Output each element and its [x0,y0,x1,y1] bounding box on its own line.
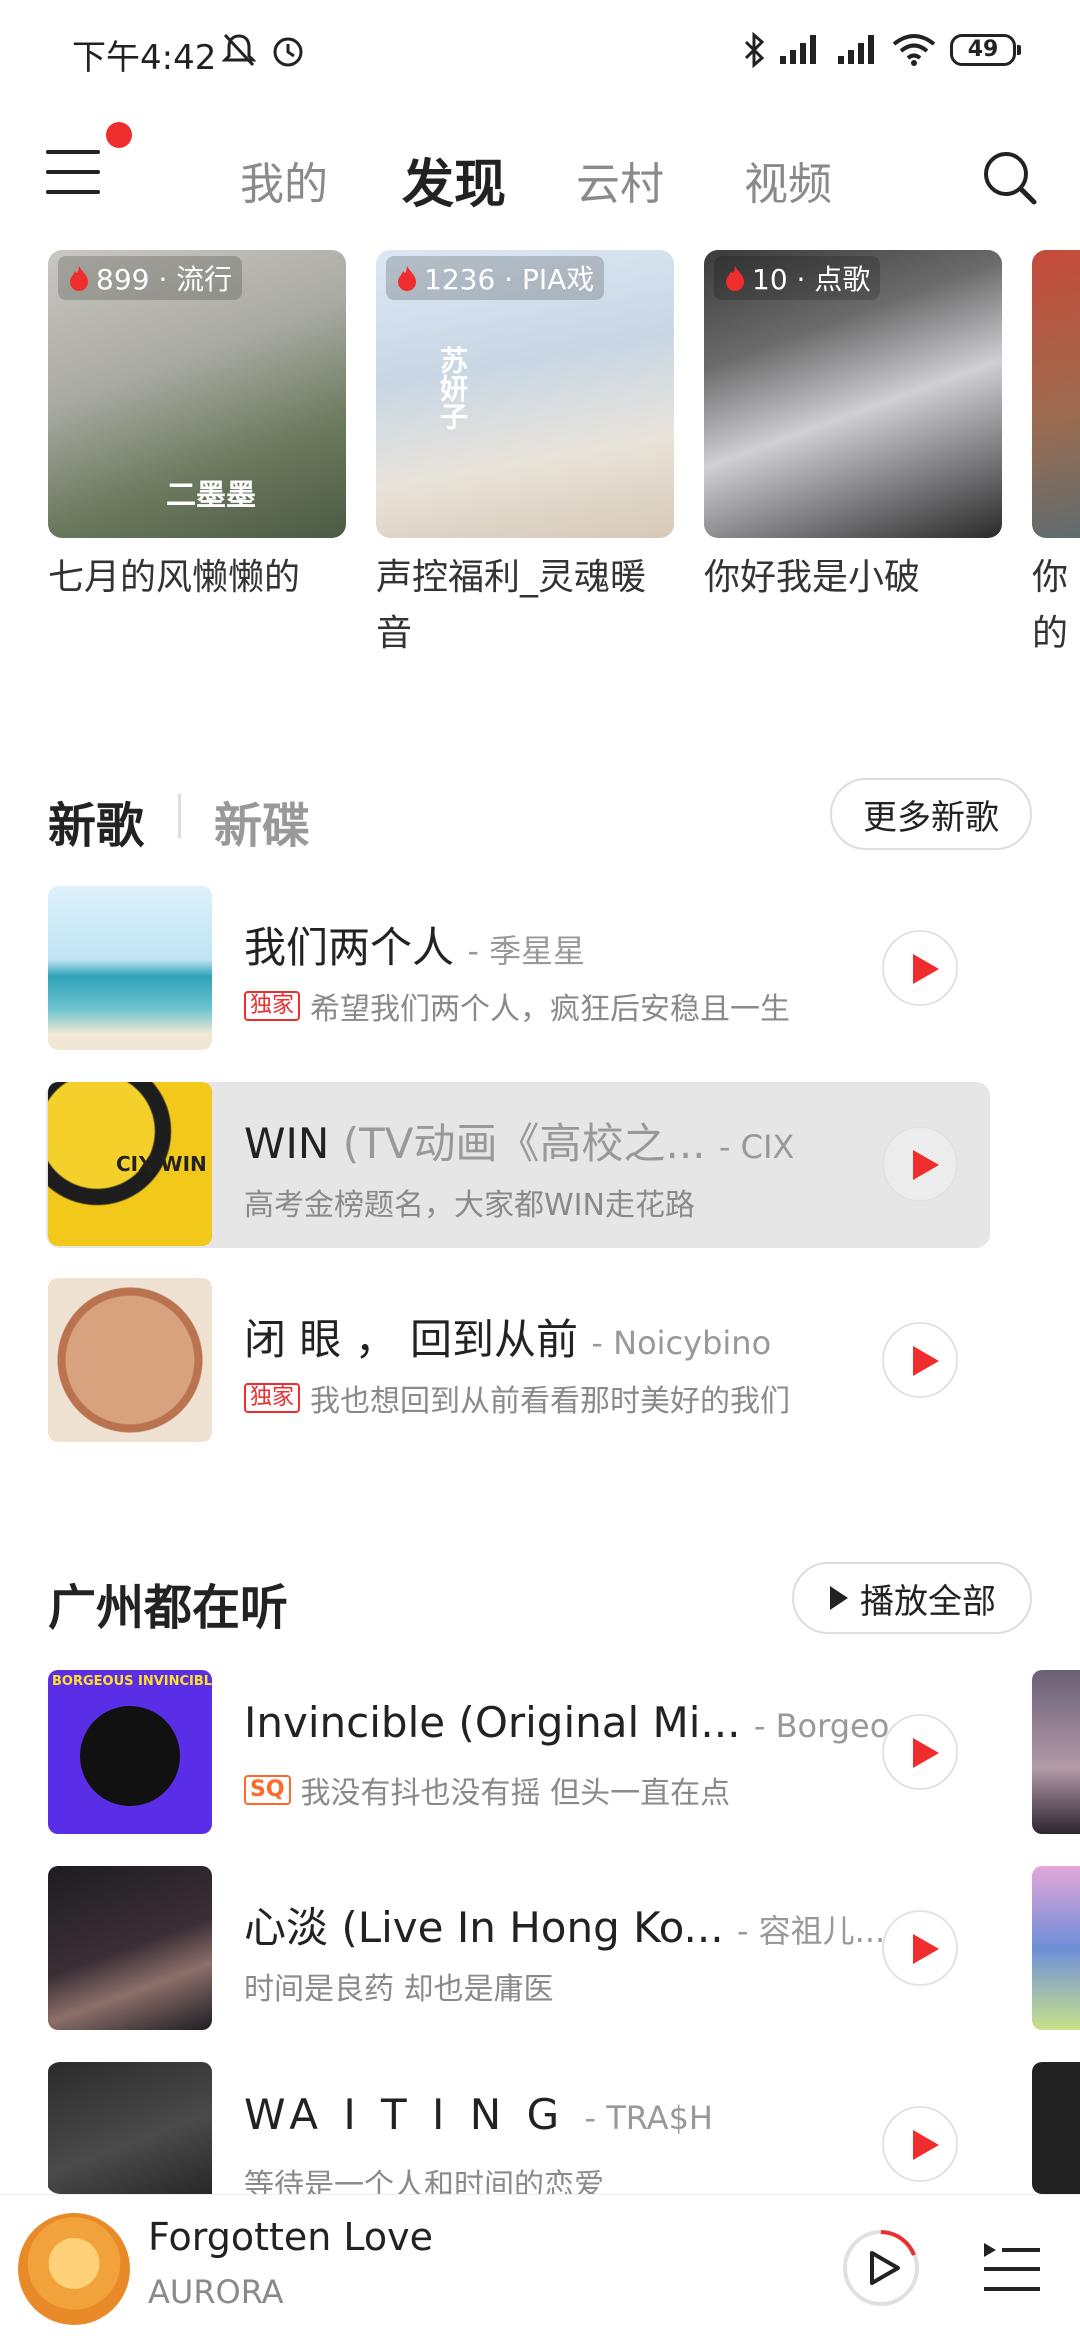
song-description: 高考金榜题名，大家都WIN走花路 [244,1188,695,1223]
exclusive-badge: 独家 [244,1383,301,1413]
play-button[interactable] [882,1910,958,1986]
next-column-cover[interactable] [1032,1670,1080,1834]
tab-video[interactable]: 视频 [744,148,832,212]
song-description: SQ 我没有抖也没有摇 但头一直在点 [244,1768,730,1812]
fire-icon [70,266,88,291]
listener-count-badge: 1236 · PIA戏 [386,256,605,300]
cover-text: 苏妍子 [436,346,469,430]
song-row[interactable]: 我们两个人 - 季星星 独家 希望我们两个人，疯狂后安稳且一生 [46,886,990,1052]
song-title: WA I T I N G - TRA$H [244,2090,713,2139]
bluetooth-icon [744,32,765,68]
sq-badge: SQ [244,1775,291,1805]
play-all-button[interactable]: 播放全部 [792,1562,1032,1634]
song-cover: CIX WIN [48,1082,212,1246]
wifi-icon [892,34,936,66]
podcast-cover: 二墨墨 899 · 流行 [48,250,346,538]
song-description: 时间是良药 却也是庸医 [244,1972,554,2007]
song-description: 等待是一个人和时间的恋爱 [244,2168,604,2194]
notification-dot [106,122,132,148]
song-row[interactable]: 心淡 (Live In Hong Ko... - 容祖儿... 时间是良药 却也… [46,1866,990,2032]
play-pause-icon[interactable] [842,2229,920,2307]
podcast-cover [1032,250,1080,538]
podcast-cover: 10 · 点歌 [704,250,1002,538]
song-artist: - TRA$H [584,2099,713,2137]
mini-player[interactable]: Forgotten Love AURORA [0,2194,1080,2340]
song-row[interactable]: BORGEOUS INVINCIBLE Invincible (Original… [46,1670,990,1836]
song-row[interactable]: 闭 眼 ， 回到从前 - Noicybino 独家 我也想回到从前看看那时美好的… [46,1278,990,1444]
signal-icon [838,35,874,64]
exclusive-badge: 独家 [244,991,301,1021]
play-button[interactable] [882,1714,958,1790]
player-cover[interactable] [18,2213,130,2325]
song-title: Invincible (Original Mi... - Borgeo... [244,1698,920,1747]
signal-icon [780,35,816,64]
song-title: 心淡 (Live In Hong Ko... - 容祖儿... [244,1903,886,1952]
song-cover [48,886,212,1050]
player-artist: AURORA [148,2273,284,2311]
tab-new-songs[interactable]: 新歌 [48,786,144,856]
song-artist: - Noicybino [591,1324,772,1362]
podcast-card[interactable]: 你的线 [1032,250,1080,670]
cover-text: BORGEOUS INVINCIBLE [52,1674,212,1689]
next-column-cover[interactable] [1032,2062,1080,2194]
battery-icon: 49 [950,34,1021,66]
song-title: 我们两个人 - 季星星 [244,923,586,972]
fire-icon [726,266,744,291]
status-time: 下午4:42 [72,38,217,78]
song-row[interactable]: WA I T I N G - TRA$H 等待是一个人和时间的恋爱 [46,2062,990,2194]
song-cover: BORGEOUS INVINCIBLE [48,1670,212,1834]
podcast-title: 声控福利_灵魂暖音 [376,557,647,654]
play-button[interactable] [882,1322,958,1398]
song-artist: - 季星星 [467,932,586,970]
song-row[interactable]: CIX WIN WIN (TV动画《高校之... - CIX 高考金榜题名，大家… [46,1082,990,1248]
podcast-cover: 苏妍子 1236 · PIA戏 [376,250,674,538]
tab-mine[interactable]: 我的 [240,148,328,212]
fire-icon [398,266,416,291]
play-icon [830,1586,848,1610]
podcast-title: 你好我是小破 [704,557,921,598]
tab-community[interactable]: 云村 [576,148,664,212]
song-description: 独家 我也想回到从前看看那时美好的我们 [244,1376,790,1420]
cover-text: CIX WIN [116,1152,207,1176]
song-cover [48,1866,212,2030]
more-new-songs-button[interactable]: 更多新歌 [830,778,1032,850]
podcast-title: 你的线 [1032,557,1069,670]
tab-new-albums[interactable]: 新碟 [214,786,310,856]
listener-count-badge: 10 · 点歌 [714,256,881,300]
search-icon[interactable] [980,148,1040,208]
alarm-icon [273,37,303,67]
play-button[interactable] [882,930,958,1006]
song-artist: - 容祖儿... [736,1912,886,1950]
listener-count-badge: 899 · 流行 [58,256,243,300]
play-button[interactable] [882,1126,958,1202]
section-title: 广州都在听 [48,1580,289,1636]
player-song-title: Forgotten Love [148,2215,434,2259]
next-column-cover[interactable] [1032,1866,1080,2030]
top-navigation: 我的 发现 云村 视频 [0,120,1080,230]
song-cover [48,1278,212,1442]
podcast-title: 七月的风懒懒的 [48,557,301,598]
song-title: WIN (TV动画《高校之... - CIX [244,1119,795,1168]
menu-icon[interactable] [46,150,100,196]
song-title: 闭 眼 ， 回到从前 - Noicybino [244,1315,772,1364]
playlist-icon[interactable] [982,2239,1042,2297]
section-divider [178,794,181,838]
cover-text: 二墨墨 [166,478,256,513]
song-artist: - CIX [718,1128,795,1166]
play-button[interactable] [882,2106,958,2182]
status-bar: 下午4:42 49 [0,0,1080,100]
song-cover [48,2062,212,2194]
mute-bell-icon [222,33,256,67]
song-description: 独家 希望我们两个人，疯狂后安稳且一生 [244,984,790,1028]
tab-discover[interactable]: 发现 [402,142,506,217]
